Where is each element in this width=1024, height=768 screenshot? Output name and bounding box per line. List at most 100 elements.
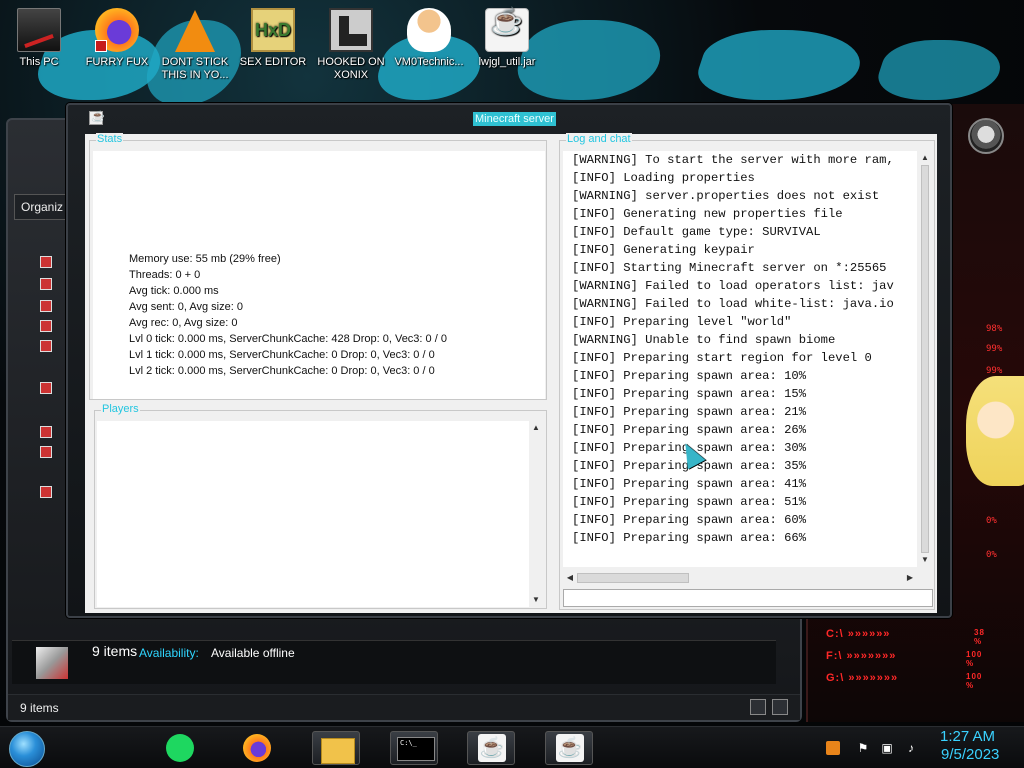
log-line: [INFO] Preparing spawn area: 66% — [572, 531, 807, 545]
desktop-icon-label: This PC — [19, 56, 59, 68]
players-list[interactable] — [97, 421, 529, 607]
players-legend: Players — [101, 403, 140, 416]
stat-memory: Memory use: 55 mb (29% free) — [129, 253, 281, 265]
stats-panel: Stats Memory use: 55 mb (29% free) Threa… — [89, 133, 547, 400]
desktop-icon-label: FURRY FUX — [85, 56, 149, 68]
desktop-icon-hxd[interactable]: HxD SEX EDITOR — [234, 6, 312, 69]
desktop-icon-lwjgl-jar[interactable]: lwjgl_util.jar — [468, 6, 546, 69]
doctor-icon — [407, 8, 451, 52]
nav-item-icon[interactable] — [40, 320, 52, 332]
tray-flag-icon[interactable]: ⚑ — [856, 741, 870, 755]
java-icon — [89, 110, 105, 125]
tray-network-icon[interactable]: ▣ — [880, 741, 894, 755]
log-line: [WARNING] Failed to load white-list: jav… — [572, 297, 894, 311]
log-line: [INFO] Preparing spawn area: 60% — [572, 513, 807, 527]
log-line: [INFO] Preparing start region for level … — [572, 351, 872, 365]
xonix-icon — [329, 8, 373, 52]
folder-thumbnail-icon — [36, 647, 68, 679]
large-icons-view-icon[interactable] — [772, 699, 788, 715]
desktop-icon-label: VM0Technic... — [394, 56, 464, 68]
nav-item-icon[interactable] — [40, 300, 52, 312]
log-horizontal-scrollbar[interactable]: ◀ ▶ — [563, 571, 917, 585]
players-scrollbar[interactable]: ▲ ▼ — [529, 421, 543, 607]
drive-meter-c: C:\ »»»»»» 38 % — [826, 628, 985, 646]
stat-avg-tick: Avg tick: 0.000 ms — [129, 285, 219, 297]
scroll-right-icon[interactable]: ▶ — [903, 571, 917, 585]
nav-item-icon[interactable] — [40, 486, 52, 498]
desktop-icon-label: DONT STICK THIS IN YO... — [161, 56, 229, 81]
taskbar-item-java-app-1[interactable] — [467, 731, 515, 765]
wallpaper-brush-stroke — [870, 40, 1010, 100]
clock-date[interactable]: 9/5/2023 — [941, 746, 999, 763]
gadget-percent: 0% — [986, 516, 997, 526]
status-item-count: 9 items — [20, 701, 59, 715]
scroll-up-icon[interactable]: ▲ — [918, 151, 932, 165]
desktop-icon-vm0technic[interactable]: VM0Technic... — [390, 6, 468, 69]
taskbar: ⚑ ▣ ♪ 1:27 AM 9/5/2023 — [0, 726, 1024, 768]
log-line: [INFO] Loading properties — [572, 171, 755, 185]
details-pane: 9 items Availability: Available offline — [12, 640, 776, 684]
scroll-left-icon[interactable]: ◀ — [563, 571, 577, 585]
log-line: [INFO] Preparing spawn area: 26% — [572, 423, 807, 437]
stat-lvl0: Lvl 0 tick: 0.000 ms, ServerChunkCache: … — [129, 333, 447, 345]
log-chat-panel: Log and chat [WARNING] To start the serv… — [559, 133, 935, 610]
log-line: [INFO] Preparing spawn area: 15% — [572, 387, 807, 401]
desktop-icon-label: HOOKED ON XONIX — [317, 56, 385, 81]
nav-item-icon[interactable] — [40, 446, 52, 458]
nav-item-icon[interactable] — [40, 278, 52, 290]
desktop-icon-label: lwjgl_util.jar — [478, 56, 536, 68]
scroll-thumb[interactable] — [577, 573, 689, 583]
nav-item-icon[interactable] — [40, 382, 52, 394]
log-line: [INFO] Default game type: SURVIVAL — [572, 225, 821, 239]
log-output[interactable]: [WARNING] To start the server with more … — [563, 151, 917, 567]
taskbar-item-file-explorer[interactable] — [312, 731, 360, 765]
desktop-icon-this-pc[interactable]: This PC — [0, 6, 78, 69]
gadget-percent: 99% — [986, 366, 1003, 376]
log-line: [INFO] Preparing spawn area: 51% — [572, 495, 807, 509]
desktop-icon-vlc[interactable]: DONT STICK THIS IN YO... — [156, 6, 234, 82]
java-jar-icon — [485, 8, 529, 52]
window-titlebar[interactable]: Minecraft server — [68, 105, 950, 131]
desktop-icon-xonix[interactable]: HOOKED ON XONIX — [312, 6, 390, 82]
desktop-icon-firefox[interactable]: FURRY FUX — [78, 6, 156, 69]
log-line: [INFO] Preparing spawn area: 21% — [572, 405, 807, 419]
nav-item-icon[interactable] — [40, 340, 52, 352]
stat-threads: Threads: 0 + 0 — [129, 269, 201, 281]
stats-legend: Stats — [96, 133, 124, 146]
minecraft-server-window[interactable]: Minecraft server Stats Memory use: 55 mb… — [66, 103, 952, 618]
nav-item-icon[interactable] — [40, 256, 52, 268]
cartoon-character-sticker — [966, 376, 1024, 486]
status-bar: 9 items — [8, 694, 800, 720]
log-vertical-scrollbar[interactable]: ▲ ▼ — [918, 151, 932, 567]
chat-input[interactable] — [563, 589, 933, 607]
log-legend: Log and chat — [566, 133, 632, 146]
stat-avg-sent: Avg sent: 0, Avg size: 0 — [129, 301, 243, 313]
availability-label: Availability: — [139, 646, 199, 660]
log-line: [INFO] Preparing spawn area: 10% — [572, 369, 807, 383]
scroll-up-icon[interactable]: ▲ — [529, 421, 543, 435]
taskbar-item-command-prompt[interactable] — [390, 731, 438, 765]
stat-lvl2: Lvl 2 tick: 0.000 ms, ServerChunkCache: … — [129, 365, 435, 377]
scroll-down-icon[interactable]: ▼ — [529, 593, 543, 607]
computer-icon — [17, 8, 61, 52]
window-title: Minecraft server — [473, 112, 556, 126]
tray-java-update-icon[interactable] — [826, 741, 840, 755]
log-line: [INFO] Generating keypair — [572, 243, 755, 257]
taskbar-item-firefox[interactable] — [234, 731, 282, 765]
taskbar-item-java-app-2[interactable] — [545, 731, 593, 765]
log-line: [INFO] Preparing level "world" — [572, 315, 792, 329]
log-line: [INFO] Preparing spawn area: 41% — [572, 477, 807, 491]
nav-item-icon[interactable] — [40, 426, 52, 438]
players-panel: Players ▲ ▼ — [94, 403, 547, 609]
scroll-down-icon[interactable]: ▼ — [918, 553, 932, 567]
log-line: [WARNING] Unable to find spawn biome — [572, 333, 836, 347]
details-view-icon[interactable] — [750, 699, 766, 715]
log-line: [INFO] Generating new properties file — [572, 207, 843, 221]
clock-time[interactable]: 1:27 AM — [940, 728, 995, 745]
window-client-area: Stats Memory use: 55 mb (29% free) Threa… — [85, 133, 937, 613]
alien-logo-icon — [968, 118, 1004, 154]
tray-volume-icon[interactable]: ♪ — [904, 741, 918, 755]
scroll-thumb[interactable] — [921, 165, 929, 553]
taskbar-item-spotify[interactable] — [158, 731, 206, 765]
start-button[interactable] — [9, 731, 45, 767]
